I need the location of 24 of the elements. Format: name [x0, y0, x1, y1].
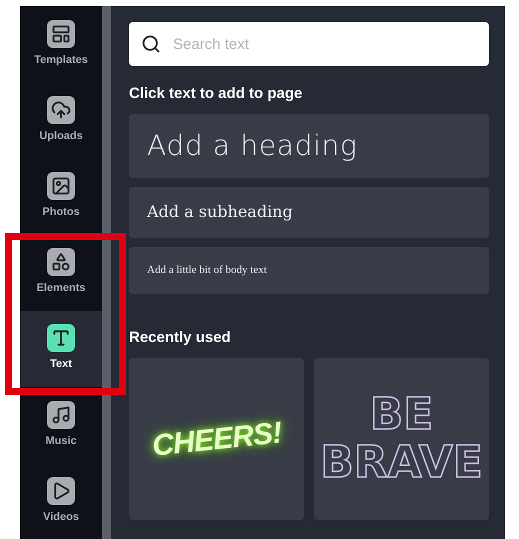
text-style-preview[interactable]: CHEERS!	[129, 358, 304, 520]
sidebar-tab[interactable]: Elements	[20, 234, 102, 311]
sidebar-tab[interactable]: Videos	[20, 462, 102, 539]
section-title: Click text to add to page	[129, 84, 304, 104]
add-text-option[interactable]: Add a heading	[129, 114, 489, 178]
templates-icon	[47, 20, 76, 48]
scrollbar[interactable]	[102, 6, 111, 539]
sidebar-tab[interactable]: Photos	[20, 158, 102, 234]
shapes-icon	[47, 248, 76, 276]
search-icon	[141, 34, 161, 54]
text-icon	[47, 324, 76, 352]
sidebar-tab[interactable]: Templates	[20, 6, 102, 82]
sidebar-tab[interactable]: Music	[20, 386, 102, 463]
music-note-icon	[47, 400, 76, 429]
image-icon	[47, 172, 76, 200]
search-field[interactable]: Search text	[129, 22, 489, 66]
add-text-option[interactable]: Add a little bit of body text	[129, 246, 489, 294]
text-style-preview[interactable]: BE BRAVE	[314, 358, 489, 520]
add-text-option[interactable]: Add a subheading	[129, 186, 489, 238]
cloud-upload-icon	[47, 96, 76, 124]
section-title: Recently used	[129, 328, 232, 348]
sidebar-tab[interactable]: Uploads	[20, 82, 102, 158]
sidebar-tab[interactable]: Text	[20, 310, 102, 387]
play-icon	[47, 476, 76, 505]
